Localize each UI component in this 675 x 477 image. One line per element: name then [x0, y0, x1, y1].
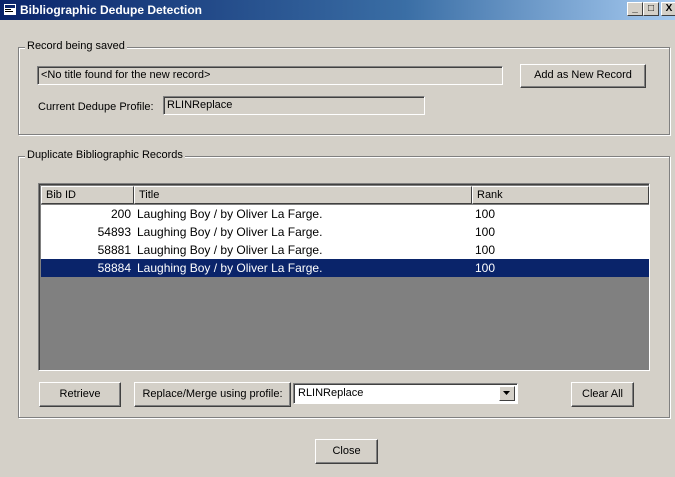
cell-title: Laughing Boy / by Oliver La Farge.	[137, 225, 323, 239]
maximize-button[interactable]: □	[643, 2, 659, 16]
clear-all-button[interactable]: Clear All	[571, 382, 634, 407]
profile-label: Current Dedupe Profile:	[38, 101, 154, 113]
table-row-selected[interactable]: 58884 Laughing Boy / by Oliver La Farge.…	[41, 259, 649, 277]
cell-bib-id: 58881	[97, 243, 131, 257]
table-row[interactable]: 200 Laughing Boy / by Oliver La Farge. 1…	[41, 205, 649, 223]
cell-title: Laughing Boy / by Oliver La Farge.	[137, 261, 323, 275]
cell-bib-id: 200	[110, 207, 131, 221]
current-profile-field: RLINReplace	[163, 96, 425, 115]
column-header-rank[interactable]: Rank	[472, 186, 649, 204]
record-title-field: <No title found for the new record>	[37, 66, 503, 85]
duplicate-records-list[interactable]: Bib ID Title Rank 200 Laughing Boy / by …	[38, 183, 650, 371]
app-icon	[4, 4, 16, 15]
duplicates-group-label: Duplicate Bibliographic Records	[25, 149, 185, 161]
cell-rank: 100	[475, 207, 496, 221]
profile-select-value: RLINReplace	[298, 387, 364, 399]
table-row[interactable]: 58881 Laughing Boy / by Oliver La Farge.…	[41, 241, 649, 259]
cell-title: Laughing Boy / by Oliver La Farge.	[137, 207, 323, 221]
column-header-title[interactable]: Title	[134, 186, 472, 204]
dedupe-window: Bibliographic Dedupe Detection _ □ X Rec…	[0, 0, 675, 477]
cell-rank: 100	[475, 243, 496, 257]
dropdown-arrow-button[interactable]	[499, 386, 515, 401]
close-window-button[interactable]: X	[661, 2, 675, 16]
cell-title: Laughing Boy / by Oliver La Farge.	[137, 243, 323, 257]
record-group-label: Record being saved	[25, 40, 127, 52]
record-groupbox: Record being saved	[18, 40, 670, 135]
list-header: Bib ID Title Rank	[41, 186, 649, 204]
profile-select[interactable]: RLINReplace	[293, 383, 518, 404]
close-button[interactable]: Close	[315, 439, 378, 464]
window-title: Bibliographic Dedupe Detection	[20, 3, 203, 17]
table-row[interactable]: 54893 Laughing Boy / by Oliver La Farge.…	[41, 223, 649, 241]
cell-bib-id: 58884	[97, 261, 131, 275]
cell-rank: 100	[475, 225, 496, 239]
cell-rank: 100	[475, 261, 496, 275]
chevron-down-icon	[503, 391, 510, 395]
column-header-bib-id[interactable]: Bib ID	[41, 186, 134, 204]
add-new-record-button[interactable]: Add as New Record	[520, 64, 646, 88]
retrieve-button[interactable]: Retrieve	[39, 382, 121, 407]
replace-merge-button[interactable]: Replace/Merge using profile:	[134, 382, 291, 407]
title-bar[interactable]: Bibliographic Dedupe Detection _ □ X	[0, 0, 675, 20]
minimize-button[interactable]: _	[627, 2, 643, 16]
cell-bib-id: 54893	[97, 225, 131, 239]
